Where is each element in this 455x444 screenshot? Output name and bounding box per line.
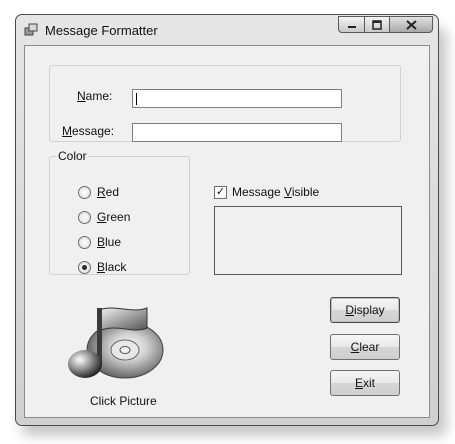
message-label: Message:: [62, 124, 115, 138]
display-button[interactable]: Display: [330, 297, 400, 323]
radio-green-label[interactable]: Green: [97, 210, 130, 224]
radio-black-label-text: lack: [105, 260, 127, 274]
window-title: Message Formatter: [45, 23, 158, 38]
message-display-panel: [214, 206, 402, 275]
radio-blue[interactable]: [78, 236, 91, 249]
exit-button[interactable]: Exit: [330, 370, 400, 396]
radio-black[interactable]: [78, 261, 91, 274]
display-button-label: isplay: [353, 303, 385, 317]
radio-red-label[interactable]: Red: [97, 185, 119, 199]
message-visible-label-u: V: [284, 185, 292, 199]
radio-red[interactable]: [78, 186, 91, 199]
message-visible-label-a: Message: [232, 185, 285, 199]
radio-blue-label-text: lue: [105, 235, 122, 249]
form-client-area: Name: Message: Color Red Green Blue Blac…: [24, 45, 430, 418]
picture-caption: Click Picture: [90, 394, 157, 408]
name-label-text: ame:: [85, 89, 113, 103]
minimize-icon: [347, 25, 356, 28]
minimize-button[interactable]: [338, 16, 365, 33]
radio-black-label[interactable]: Black: [97, 260, 126, 274]
clear-button[interactable]: Clear: [330, 334, 400, 360]
radio-green-label-text: reen: [106, 210, 131, 224]
radio-blue-label[interactable]: Blue: [97, 235, 121, 249]
message-visible-label[interactable]: Message Visible: [232, 185, 319, 199]
message-visible-checkbox[interactable]: ✓: [214, 186, 227, 199]
close-icon: [405, 19, 417, 30]
music-cd-icon[interactable]: [61, 294, 171, 386]
color-group-title: Color: [56, 149, 89, 163]
message-visible-label-b: isible: [291, 185, 320, 199]
exit-button-label: xit: [363, 376, 375, 390]
maximize-button[interactable]: [364, 16, 390, 33]
radio-green[interactable]: [78, 211, 91, 224]
maximize-icon: [372, 19, 382, 30]
clear-button-label: lear: [359, 340, 380, 354]
name-input[interactable]: [132, 89, 342, 108]
message-label-text: essage:: [72, 124, 115, 138]
close-button[interactable]: [389, 16, 433, 33]
name-label: Name:: [77, 89, 113, 103]
text-caret: [136, 93, 137, 105]
title-bar[interactable]: Message Formatter: [16, 15, 438, 45]
message-input[interactable]: [132, 123, 342, 142]
form-icon: [24, 23, 38, 36]
app-window: Message Formatter Name: Message: Color R…: [15, 14, 439, 426]
radio-red-label-text: ed: [105, 185, 120, 199]
checkmark-icon: ✓: [215, 186, 226, 198]
